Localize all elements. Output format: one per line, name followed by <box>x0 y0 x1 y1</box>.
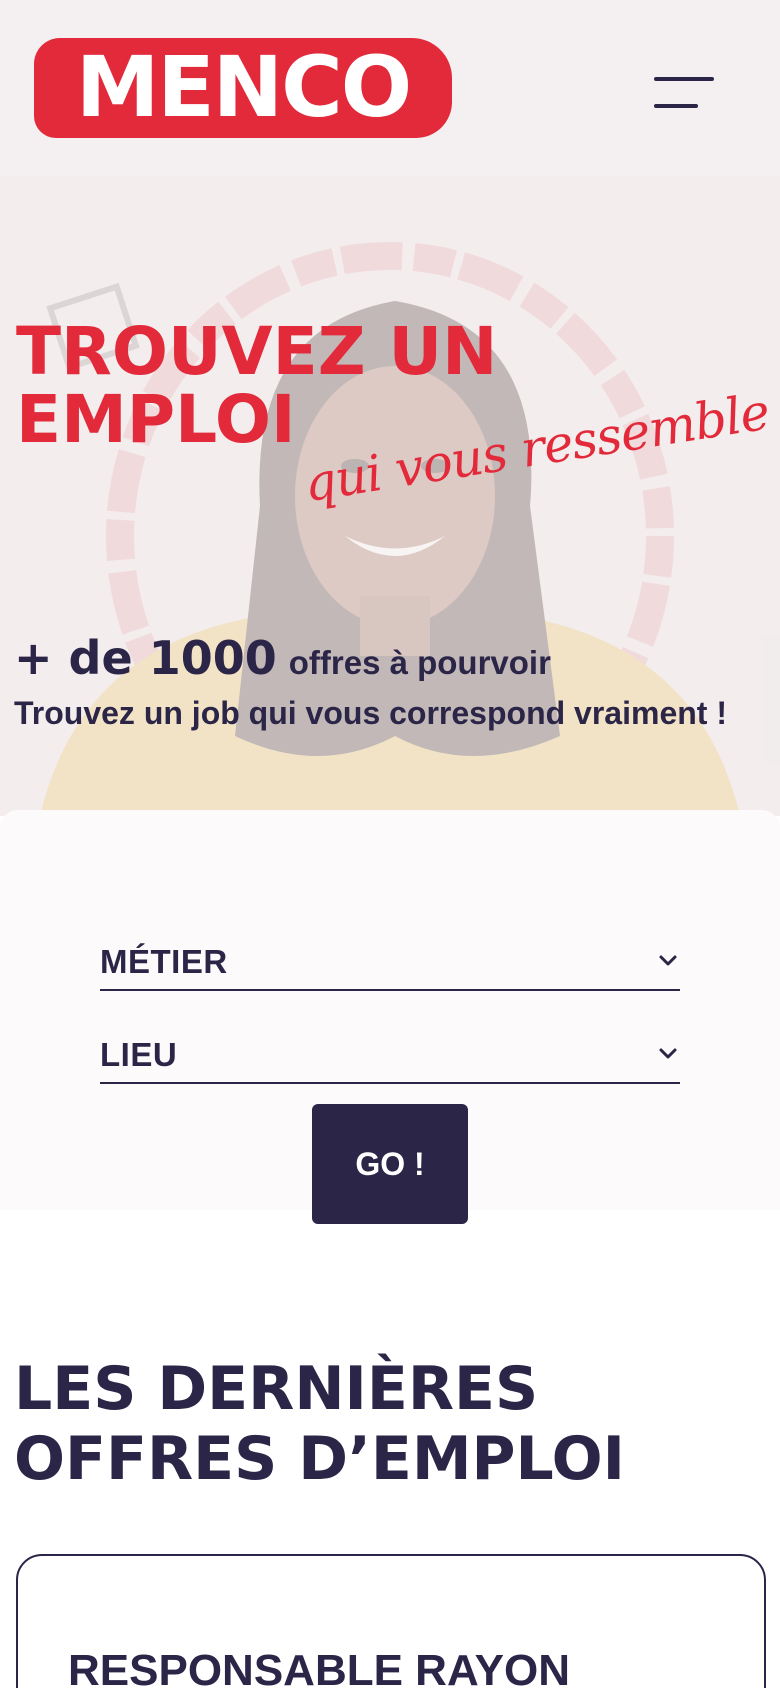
metier-label: MÉTIER <box>100 943 228 980</box>
offer-count-number: + de 1000 <box>14 631 277 685</box>
lieu-label: LIEU <box>100 1036 178 1073</box>
hero-title-line2: EMPLOI <box>16 381 296 458</box>
hero-section: TROUVEZ UN EMPLOI qui vous ressemble ! +… <box>0 176 780 816</box>
site-header: MENCO <box>0 0 780 176</box>
go-search-button[interactable]: GO ! <box>312 1104 468 1224</box>
job-offer-title: RESPONSABLE RAYON <box>68 1646 571 1688</box>
menu-bar-bottom <box>654 104 698 108</box>
lieu-select[interactable]: LIEU <box>100 1028 680 1084</box>
latest-offers-title-line2: OFFRES D’EMPLOI <box>14 1424 625 1494</box>
hero-title-line1: TROUVEZ UN <box>16 313 498 390</box>
menu-bar-top <box>654 77 714 81</box>
hero-subtitle: Trouvez un job qui vous correspond vraim… <box>14 695 727 731</box>
chevron-down-icon <box>659 1048 677 1059</box>
latest-offers-title: LES DERNIÈRES OFFRES D’EMPLOI <box>14 1354 714 1494</box>
offer-count: + de 1000 offres à pourvoir <box>14 631 551 685</box>
hamburger-menu-icon[interactable] <box>652 74 714 110</box>
job-search-card: MÉTIER LIEU GO ! <box>0 810 780 1224</box>
latest-offers-title-line1: LES DERNIÈRES <box>14 1354 539 1424</box>
job-offer-card[interactable]: RESPONSABLE RAYON <box>16 1554 766 1688</box>
metier-select[interactable]: MÉTIER <box>100 935 680 991</box>
menco-logo[interactable]: MENCO <box>34 34 452 140</box>
chevron-down-icon <box>659 955 677 966</box>
offer-count-label: offres à pourvoir <box>288 644 551 681</box>
logo-text: MENCO <box>75 38 412 136</box>
